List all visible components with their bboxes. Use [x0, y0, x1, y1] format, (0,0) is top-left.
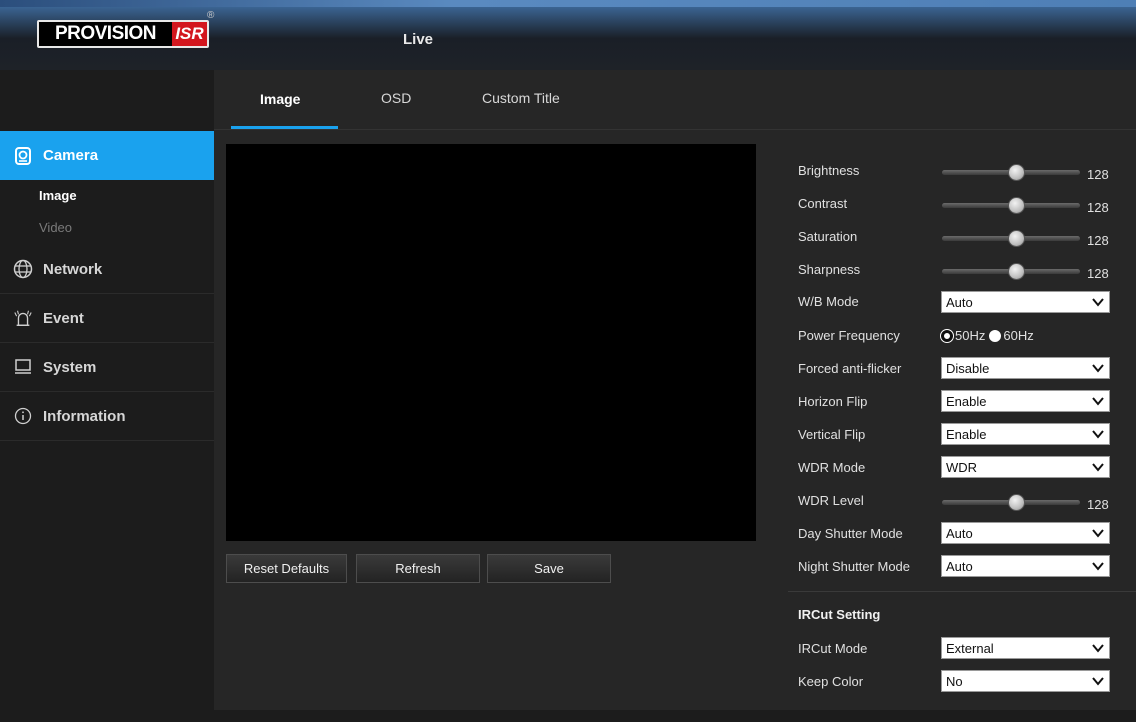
brightness-value: 128 [1087, 167, 1109, 182]
keep-color-label: Keep Color [798, 674, 864, 689]
video-preview [226, 144, 756, 541]
forced-antiflicker-select[interactable]: Disable [941, 357, 1110, 379]
chevron-down-icon [1092, 644, 1104, 653]
ircut-section-title: IRCut Setting [798, 607, 881, 622]
night-shutter-select[interactable]: Auto [941, 555, 1110, 577]
sidebar-item-network[interactable]: Network [0, 245, 214, 294]
sidebar-item-label: Network [43, 260, 103, 278]
ircut-mode-label: IRCut Mode [798, 641, 868, 656]
monitor-icon [13, 357, 33, 377]
chevron-down-icon [1092, 430, 1104, 439]
night-shutter-label: Night Shutter Mode [798, 559, 911, 574]
wb-mode-value: Auto [946, 294, 973, 310]
horizon-flip-label: Horizon Flip [798, 394, 868, 409]
sharpness-label: Sharpness [798, 262, 861, 277]
chevron-down-icon [1092, 562, 1104, 571]
brightness-label: Brightness [798, 163, 860, 178]
tab-bar: Image OSD Custom Title [214, 70, 1136, 130]
horizon-flip-select[interactable]: Enable [941, 390, 1110, 412]
sidebar-item-information[interactable]: Information [0, 392, 214, 441]
sidebar-item-label: Information [43, 407, 126, 425]
nav-live[interactable]: Live [403, 31, 433, 48]
radio-checked-icon [941, 329, 953, 342]
main-content: Image OSD Custom Title Reset Defaults Re… [214, 70, 1136, 710]
top-bar: PROVISION ISR ® Live [0, 0, 1136, 70]
chevron-down-icon [1092, 364, 1104, 373]
wdr-mode-label: WDR Mode [798, 460, 866, 475]
forced-antiflicker-value: Disable [946, 360, 990, 376]
radio-50hz-label: 50Hz [955, 328, 986, 343]
camera-icon [13, 146, 33, 166]
app-window: PROVISION ISR ® Live Camera Image Video … [0, 0, 1136, 722]
wb-mode-select[interactable]: Auto [941, 291, 1110, 313]
contrast-label: Contrast [798, 196, 848, 211]
radio-unchecked-icon [989, 329, 1002, 342]
brightness-slider[interactable] [942, 164, 1080, 181]
sidebar-item-event[interactable]: Event [0, 294, 214, 343]
logo-isr: ISR [172, 22, 207, 46]
wdr-level-label: WDR Level [798, 493, 864, 508]
logo-text: PROVISION [54, 23, 157, 44]
keep-color-select[interactable]: No [941, 670, 1110, 692]
sidebar-item-system[interactable]: System [0, 343, 214, 392]
provision-isr-logo: PROVISION ISR [37, 20, 209, 48]
radio-60hz[interactable]: 60Hz [989, 328, 1034, 343]
network-globe-icon [13, 259, 33, 279]
day-shutter-label: Day Shutter Mode [798, 526, 903, 541]
saturation-value: 128 [1087, 233, 1109, 248]
saturation-slider[interactable] [942, 230, 1080, 247]
vertical-flip-label: Vertical Flip [798, 427, 866, 442]
power-frequency-radio-group: 50Hz 60Hz [941, 328, 1038, 343]
chevron-down-icon [1092, 463, 1104, 472]
registered-mark: ® [207, 10, 215, 21]
day-shutter-value: Auto [946, 525, 973, 541]
ircut-mode-select[interactable]: External [941, 637, 1110, 659]
radio-50hz[interactable]: 50Hz [941, 328, 985, 343]
tab-osd[interactable]: OSD [381, 90, 411, 106]
chevron-down-icon [1092, 677, 1104, 686]
saturation-label: Saturation [798, 229, 858, 244]
contrast-value: 128 [1087, 200, 1109, 215]
sidebar-subitem-image[interactable]: Image [39, 188, 77, 203]
sidebar-item-label: Camera [43, 147, 99, 164]
day-shutter-select[interactable]: Auto [941, 522, 1110, 544]
chevron-down-icon [1092, 397, 1104, 406]
vertical-flip-select[interactable]: Enable [941, 423, 1110, 445]
sidebar-item-label: Event [43, 309, 84, 327]
reset-defaults-button[interactable]: Reset Defaults [226, 554, 347, 583]
section-divider [788, 591, 1136, 592]
sharpness-value: 128 [1087, 266, 1109, 281]
night-shutter-value: Auto [946, 558, 973, 574]
refresh-button[interactable]: Refresh [356, 554, 480, 583]
ircut-mode-value: External [946, 640, 994, 656]
vertical-flip-value: Enable [946, 426, 987, 442]
keep-color-value: No [946, 673, 963, 689]
sidebar-item-camera[interactable]: Camera [0, 131, 224, 180]
active-tab-indicator [231, 126, 338, 129]
sharpness-slider[interactable] [942, 263, 1080, 280]
chevron-down-icon [1092, 298, 1104, 307]
sidebar-item-label: System [43, 358, 97, 376]
tab-image[interactable]: Image [260, 91, 300, 107]
contrast-slider[interactable] [942, 197, 1080, 214]
radio-60hz-label: 60Hz [1003, 328, 1034, 343]
horizon-flip-value: Enable [946, 393, 987, 409]
wdr-level-slider[interactable] [942, 494, 1080, 511]
wdr-level-value: 128 [1087, 497, 1109, 512]
alarm-icon [13, 308, 33, 328]
chevron-down-icon [1092, 529, 1104, 538]
info-icon [13, 406, 33, 426]
sidebar: Camera Image Video Network Event System [0, 70, 224, 722]
tab-custom-title[interactable]: Custom Title [482, 90, 560, 106]
forced-antiflicker-label: Forced anti-flicker [798, 361, 902, 376]
power-frequency-label: Power Frequency [798, 328, 900, 343]
sidebar-subitem-video[interactable]: Video [39, 220, 72, 235]
save-button[interactable]: Save [487, 554, 611, 583]
wdr-mode-select[interactable]: WDR [941, 456, 1110, 478]
wb-mode-label: W/B Mode [798, 294, 859, 309]
wdr-mode-value: WDR [946, 459, 978, 475]
